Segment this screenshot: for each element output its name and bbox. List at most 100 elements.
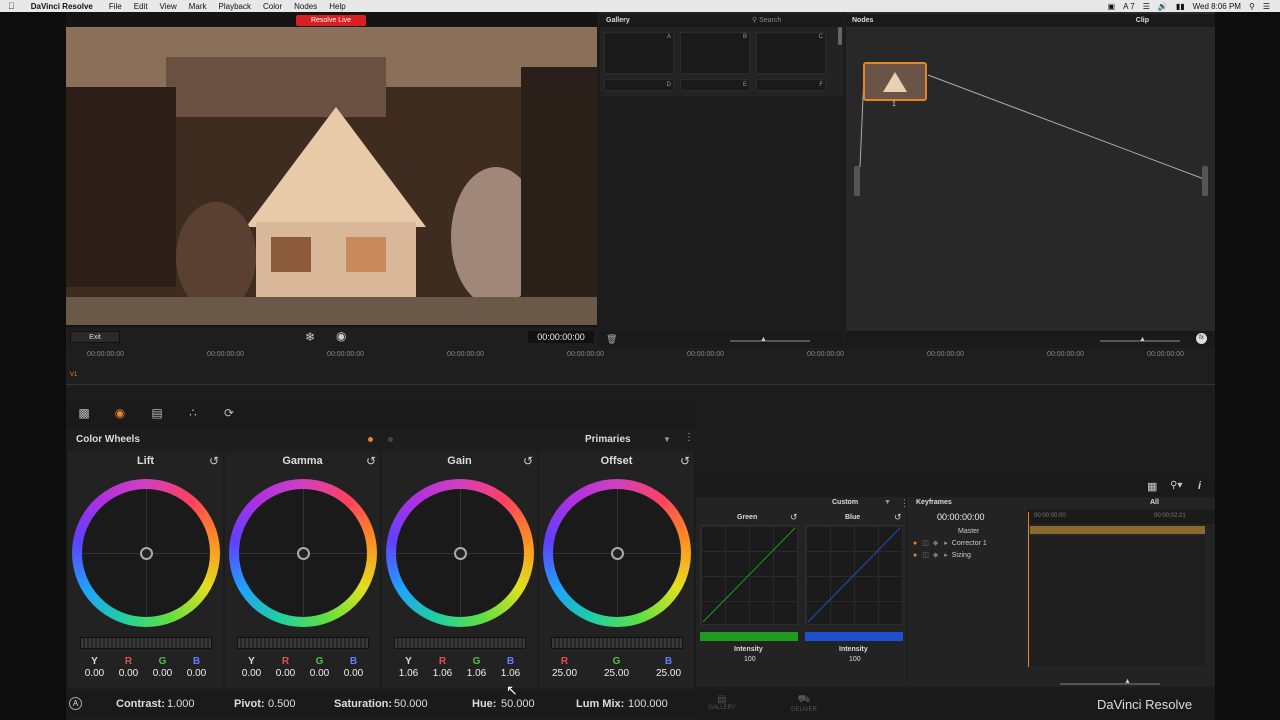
gain-y-value[interactable]: 1.06 xyxy=(392,668,426,679)
color-wheels-tab-icon[interactable]: ◉ xyxy=(109,406,131,424)
options-menu-icon[interactable]: ⋮ xyxy=(684,432,694,443)
reset-icon[interactable]: ↺ xyxy=(366,454,376,468)
wheel-puck[interactable] xyxy=(611,547,624,560)
blue-curve-graph[interactable] xyxy=(805,525,903,625)
scopes-icon[interactable]: ▤ xyxy=(146,406,168,424)
pivot-value[interactable]: 0.500 xyxy=(268,698,296,710)
wifi-icon[interactable]: ☰ xyxy=(1143,2,1150,11)
gain-b-value[interactable]: 1.06 xyxy=(494,668,528,679)
deliver-page-button[interactable]: ⛟ DELIVER xyxy=(782,694,826,713)
status-adobe[interactable]: A 7 xyxy=(1123,2,1135,11)
lift-y-value[interactable]: 0.00 xyxy=(78,668,112,679)
saturation-value[interactable]: 50.000 xyxy=(394,698,428,710)
menu-edit[interactable]: Edit xyxy=(128,2,154,11)
keyframe-track-area[interactable] xyxy=(1030,536,1205,666)
green-intensity-bar[interactable] xyxy=(700,632,798,641)
gain-wheel[interactable] xyxy=(386,479,534,627)
gain-master-wheel[interactable] xyxy=(394,637,526,649)
gamma-g-value[interactable]: 0.00 xyxy=(303,668,337,679)
keyframe-row-corrector[interactable]: ● ◫ ◆ ▸ Corrector 1 xyxy=(907,537,1027,549)
offset-b-value[interactable]: 25.00 xyxy=(652,668,686,679)
gallery-zoom-handle[interactable]: ▲ xyxy=(760,336,767,343)
green-intensity-value[interactable]: 100 xyxy=(744,656,756,663)
reset-icon[interactable]: ↺ xyxy=(790,512,798,523)
rgb-mixer-icon[interactable]: ∴ xyxy=(182,406,204,424)
wheel-puck[interactable] xyxy=(297,547,310,560)
wheel-puck[interactable] xyxy=(454,547,467,560)
info-icon[interactable]: i xyxy=(1198,480,1201,492)
lift-g-value[interactable]: 0.00 xyxy=(146,668,180,679)
keyframe-row-sizing[interactable]: ● ◫ ◆ ▸ Sizing xyxy=(907,549,1027,561)
reset-icon[interactable]: ↺ xyxy=(680,454,690,468)
still-slot-e[interactable]: E xyxy=(680,79,750,91)
menu-color[interactable]: Color xyxy=(257,2,288,11)
gamma-wheel[interactable] xyxy=(229,479,377,627)
green-curve-graph[interactable] xyxy=(700,525,798,625)
menu-nodes[interactable]: Nodes xyxy=(288,2,323,11)
viewer-image[interactable] xyxy=(66,27,597,325)
lift-master-wheel[interactable] xyxy=(80,637,212,649)
volume-icon[interactable]: 🔊 xyxy=(1158,2,1168,11)
node-source-input[interactable] xyxy=(854,166,860,196)
still-slot-f[interactable]: F xyxy=(756,79,826,91)
chevron-down-icon[interactable]: ▼ xyxy=(884,499,891,506)
gamma-master-wheel[interactable] xyxy=(237,637,369,649)
offset-wheel[interactable] xyxy=(543,479,691,627)
keyframe-zoom-handle[interactable]: ▲ xyxy=(1124,678,1131,685)
app-menu[interactable]: DaVinci Resolve xyxy=(21,2,103,11)
camera-icon[interactable]: ◉ xyxy=(336,329,346,343)
gamma-y-value[interactable]: 0.00 xyxy=(235,668,269,679)
gain-r-value[interactable]: 1.06 xyxy=(426,668,460,679)
menu-file[interactable]: File xyxy=(103,2,128,11)
gain-g-value[interactable]: 1.06 xyxy=(460,668,494,679)
reset-icon[interactable]: ↺ xyxy=(894,512,902,523)
lift-wheel[interactable] xyxy=(72,479,220,627)
wheel-puck[interactable] xyxy=(140,547,153,560)
notifications-icon[interactable]: ☰ xyxy=(1263,2,1270,11)
exit-button[interactable]: Exit xyxy=(70,331,120,343)
nodes-zoom-handle[interactable]: ▲ xyxy=(1139,336,1146,343)
page-dot-active[interactable] xyxy=(368,437,373,442)
gallery-scrollbar[interactable] xyxy=(838,27,842,45)
camera-raw-icon[interactable]: ▩ xyxy=(73,406,95,424)
offset-g-value[interactable]: 25.00 xyxy=(600,668,634,679)
gallery-zoom-slider[interactable] xyxy=(730,340,810,342)
clock[interactable]: Wed 8:06 PM xyxy=(1193,2,1241,11)
node-output[interactable] xyxy=(1202,166,1208,196)
motion-icon[interactable]: ⟳ xyxy=(218,406,240,424)
keyframe-playhead[interactable] xyxy=(1028,512,1029,667)
snowflake-icon[interactable]: ❄ xyxy=(305,330,315,344)
gamma-b-value[interactable]: 0.00 xyxy=(337,668,371,679)
menu-view[interactable]: View xyxy=(154,2,183,11)
still-slot-b[interactable]: B xyxy=(680,32,750,74)
gallery-page-button[interactable]: ▤ GALLERY xyxy=(700,694,744,711)
zoom-menu-icon[interactable]: ⚲▾ xyxy=(1170,480,1182,491)
spotlight-icon[interactable]: ⚲ xyxy=(1249,2,1255,11)
gamma-r-value[interactable]: 0.00 xyxy=(269,668,303,679)
display-icon[interactable]: ▣ xyxy=(1108,2,1116,11)
offset-r-value[interactable]: 25.00 xyxy=(548,668,582,679)
grid-view-icon[interactable]: ▦ xyxy=(1147,480,1157,493)
contrast-value[interactable]: 1.000 xyxy=(167,698,195,710)
battery-icon[interactable]: ▮▮ xyxy=(1176,2,1185,11)
trash-icon[interactable]: 🗑 xyxy=(606,334,617,345)
lum-mix-value[interactable]: 100.000 xyxy=(628,698,668,710)
page-dot[interactable] xyxy=(388,437,393,442)
apple-icon[interactable]:  xyxy=(0,1,21,11)
mode-dropdown[interactable]: Primaries ▼ xyxy=(585,434,675,445)
keyframe-row-master[interactable]: Master xyxy=(907,525,1027,537)
hue-value[interactable]: 50.000 xyxy=(501,698,535,710)
lift-b-value[interactable]: 0.00 xyxy=(180,668,214,679)
still-slot-d[interactable]: D xyxy=(604,79,674,91)
node-1[interactable] xyxy=(863,62,927,101)
reset-icon[interactable]: ↺ xyxy=(523,454,533,468)
nodes-mode[interactable]: Clip xyxy=(1136,17,1149,24)
auto-balance-icon[interactable]: A xyxy=(69,697,82,710)
keyframes-filter[interactable]: All xyxy=(1150,499,1159,506)
gallery-search[interactable]: ⚲ Search xyxy=(752,16,781,24)
still-slot-a[interactable]: A xyxy=(604,32,674,74)
fx-icon[interactable]: fx xyxy=(1196,333,1207,344)
lift-r-value[interactable]: 0.00 xyxy=(112,668,146,679)
still-slot-c[interactable]: C xyxy=(756,32,826,74)
blue-intensity-bar[interactable] xyxy=(805,632,903,641)
